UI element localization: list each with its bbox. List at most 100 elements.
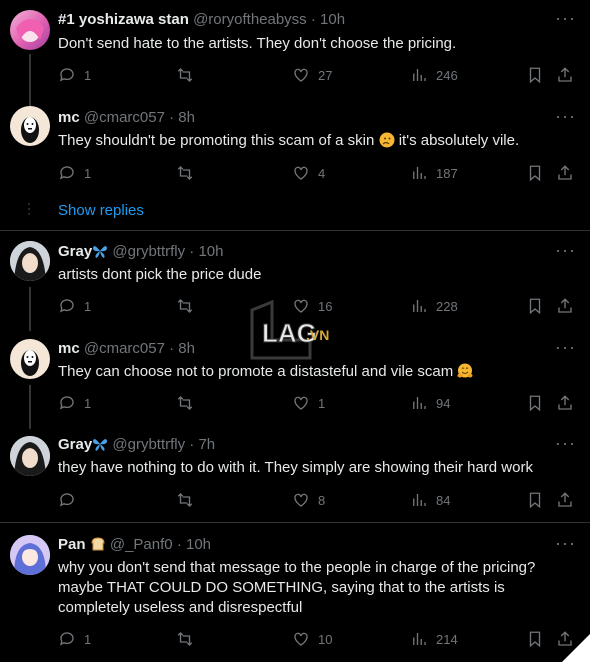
more-options-icon[interactable]: ··· <box>555 533 576 554</box>
views-button[interactable]: 214 <box>410 628 458 650</box>
tweet-actions: 1 1 94 <box>58 392 578 414</box>
handle[interactable]: @_Panf0 <box>110 536 173 553</box>
more-options-icon[interactable]: ··· <box>555 240 576 261</box>
avatar[interactable] <box>10 339 50 379</box>
avatar[interactable] <box>10 241 50 281</box>
bookmark-button[interactable] <box>526 64 544 86</box>
avatar[interactable] <box>10 535 50 575</box>
hugging-face-emoji-icon <box>457 363 473 378</box>
display-name[interactable]: Gray <box>58 243 92 260</box>
thread-line <box>29 385 31 429</box>
retweet-button[interactable] <box>176 295 194 317</box>
tweet-text: why you don't send that message to the p… <box>58 559 536 616</box>
tweet-text: They shouldn't be promoting this scam of… <box>58 131 578 151</box>
views-button[interactable]: 228 <box>410 295 458 317</box>
more-options-icon[interactable]: ··· <box>555 8 576 29</box>
handle[interactable]: @cmarc057 <box>84 109 165 126</box>
display-name[interactable]: #1 yoshizawa stan <box>58 11 189 28</box>
heart-icon <box>294 68 308 82</box>
reply-button[interactable]: 1 <box>58 628 91 650</box>
views-button[interactable]: 246 <box>410 64 458 86</box>
share-button[interactable] <box>556 392 574 414</box>
reply-icon <box>59 299 74 313</box>
more-options-icon[interactable]: ··· <box>555 433 576 454</box>
retweet-button[interactable] <box>176 489 194 511</box>
share-icon <box>558 165 572 180</box>
handle[interactable]: @grybttrfly <box>112 243 185 260</box>
show-replies-link[interactable]: Show replies <box>58 202 144 219</box>
timestamp[interactable]: 10h <box>186 536 211 553</box>
view-count: 187 <box>436 165 458 181</box>
tweet-header: mc @cmarc057 · 8h <box>58 109 195 126</box>
timestamp[interactable]: 10h <box>320 11 345 28</box>
handle[interactable]: @cmarc057 <box>84 340 165 357</box>
avatar[interactable] <box>10 10 50 50</box>
analytics-icon <box>413 167 426 179</box>
timestamp[interactable]: 7h <box>198 436 215 453</box>
share-button[interactable] <box>556 295 574 317</box>
like-button[interactable]: 10 <box>292 628 332 650</box>
timestamp[interactable]: 8h <box>178 109 195 126</box>
separator: · <box>169 109 175 126</box>
reply-button[interactable]: 1 <box>58 295 91 317</box>
handle[interactable]: @roryoftheabyss <box>193 11 307 28</box>
tweet-text-part: it's absolutely vile. <box>394 132 520 149</box>
views-button[interactable]: 94 <box>410 392 450 414</box>
timestamp[interactable]: 8h <box>178 340 195 357</box>
bookmark-button[interactable] <box>526 295 544 317</box>
avatar[interactable] <box>10 106 50 146</box>
share-button[interactable] <box>556 489 574 511</box>
tweet-header: Gray @grybttrfly · 10h <box>58 243 224 260</box>
more-options-icon[interactable]: ··· <box>555 106 576 127</box>
bookmark-button[interactable] <box>526 628 544 650</box>
reply-icon <box>59 166 74 180</box>
retweet-icon <box>177 166 193 180</box>
reply-button[interactable] <box>58 489 84 511</box>
view-count: 246 <box>436 67 458 83</box>
display-name[interactable]: mc <box>58 109 80 126</box>
retweet-button[interactable] <box>176 628 194 650</box>
display-name[interactable]: Pan <box>58 536 86 553</box>
views-button[interactable]: 84 <box>410 489 450 511</box>
bookmark-icon <box>529 492 541 509</box>
tweet[interactable]: Pan @_Panf0 · 10h ··· why you don't send… <box>0 523 590 662</box>
more-options-icon[interactable]: ··· <box>555 337 576 358</box>
like-button[interactable]: 27 <box>292 64 332 86</box>
heart-icon <box>294 396 308 410</box>
timestamp[interactable]: 10h <box>198 243 223 260</box>
share-button[interactable] <box>556 64 574 86</box>
tweet[interactable]: Gray @grybttrfly · 7h ··· they have noth… <box>0 425 590 522</box>
share-icon <box>558 67 572 82</box>
like-button[interactable]: 4 <box>292 162 325 184</box>
retweet-button[interactable] <box>176 64 194 86</box>
retweet-icon <box>177 299 193 313</box>
like-button[interactable]: 1 <box>292 392 325 414</box>
heart-icon <box>294 166 308 180</box>
tweet-actions: 8 84 <box>58 489 578 511</box>
like-count: 27 <box>318 67 333 83</box>
retweet-button[interactable] <box>176 392 194 414</box>
bookmark-button[interactable] <box>526 162 544 184</box>
reply-button[interactable]: 1 <box>58 162 91 184</box>
retweet-button[interactable] <box>176 162 194 184</box>
butterfly-emoji-icon <box>93 439 108 451</box>
analytics-icon <box>413 397 426 409</box>
retweet-icon <box>177 632 193 646</box>
views-button[interactable]: 187 <box>410 162 458 184</box>
bookmark-button[interactable] <box>526 489 544 511</box>
analytics-icon <box>413 494 426 506</box>
reply-button[interactable]: 1 <box>58 392 91 414</box>
reply-button[interactable]: 1 <box>58 64 91 86</box>
display-name[interactable]: Gray <box>58 436 92 453</box>
bookmark-button[interactable] <box>526 392 544 414</box>
bookmark-icon <box>529 298 541 315</box>
like-button[interactable]: 8 <box>292 489 325 511</box>
svg-text:.VN: .VN <box>306 327 329 343</box>
like-count: 4 <box>318 165 326 181</box>
display-name[interactable]: mc <box>58 340 80 357</box>
share-button[interactable] <box>556 162 574 184</box>
view-count: 228 <box>436 298 458 314</box>
handle[interactable]: @grybttrfly <box>112 436 185 453</box>
tweet[interactable]: #1 yoshizawa stan @roryoftheabyss · 10h … <box>0 0 590 110</box>
avatar[interactable] <box>10 436 50 476</box>
